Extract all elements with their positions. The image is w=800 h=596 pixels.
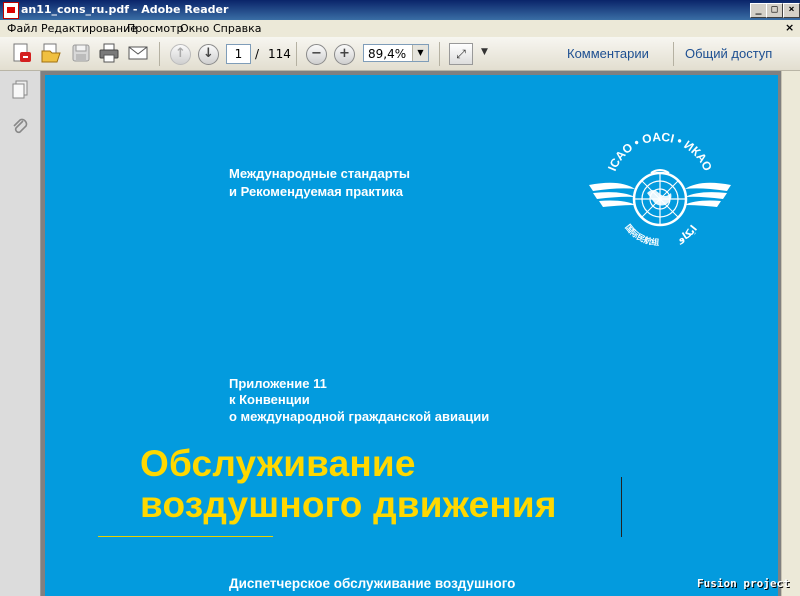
annex-text-line3: о международной гражданской авиации — [229, 409, 490, 424]
zoom-level-select[interactable]: 89,4% ▼ — [363, 44, 429, 62]
menu-bar: Файл Редактирование Просмотр Окно Справк… — [0, 20, 800, 37]
email-icon[interactable] — [127, 42, 149, 64]
previous-page-button[interactable]: ↑ — [170, 44, 191, 65]
maximize-button[interactable]: □ — [766, 3, 783, 18]
document-viewport[interactable]: Международные стандарты и Рекомендуемая … — [41, 71, 800, 596]
toolbar-separator — [296, 42, 297, 66]
toolbar-separator — [673, 42, 674, 66]
menu-edit[interactable]: Редактирование — [41, 22, 137, 35]
create-pdf-icon[interactable] — [11, 42, 33, 64]
watermark-text: Fusion project — [697, 577, 790, 590]
emblem-arabic-text: ايكاو — [675, 224, 700, 246]
fit-page-button[interactable]: ⤢ — [449, 43, 473, 65]
menu-view[interactable]: Просмотр — [127, 22, 183, 35]
svg-text:ايكاو: ايكاو — [675, 224, 700, 246]
page-number-input[interactable]: 1 — [226, 44, 251, 64]
menu-window[interactable]: Окно — [180, 22, 209, 35]
adobe-reader-app-icon — [3, 2, 19, 19]
svg-text:ICAO • OACI • ИКАО: ICAO • OACI • ИКАО — [605, 130, 715, 173]
share-link[interactable]: Общий доступ — [685, 46, 772, 61]
minimize-button[interactable]: _ — [750, 3, 767, 18]
page-total: 114 — [268, 47, 291, 61]
next-page-button[interactable]: ↓ — [198, 44, 219, 65]
open-folder-icon[interactable] — [40, 42, 62, 64]
document-subtitle: Диспетчерское обслуживание воздушного — [229, 576, 516, 591]
print-icon[interactable] — [98, 42, 120, 64]
document-title-line2: воздушного движения — [140, 484, 557, 525]
window-title-bar[interactable]: an11_cons_ru.pdf - Adobe Reader _ □ × — [0, 0, 800, 20]
toolbar-separator — [159, 42, 160, 66]
document-title-line1: Обслуживание — [140, 443, 416, 484]
window-title: an11_cons_ru.pdf - Adobe Reader — [21, 3, 229, 16]
close-window-button[interactable]: × — [783, 3, 800, 18]
text-cursor — [621, 477, 622, 537]
vertical-scrollbar[interactable] — [781, 71, 800, 596]
zoom-in-button[interactable]: + — [334, 44, 355, 65]
annex-text-line2: к Конвенции — [229, 392, 310, 407]
menu-file[interactable]: Файл — [7, 22, 37, 35]
menu-help[interactable]: Справка — [213, 22, 261, 35]
toolbar: ↑ ↓ 1 / 114 − + 89,4% ▼ ⤢ ▼ Комментарии … — [0, 37, 800, 71]
navigation-pane — [0, 71, 41, 596]
title-underline — [98, 536, 273, 537]
comments-link[interactable]: Комментарии — [567, 46, 649, 61]
close-document-icon[interactable]: × — [785, 21, 794, 34]
standards-text-line1: Международные стандарты — [229, 166, 410, 181]
zoom-out-button[interactable]: − — [306, 44, 327, 65]
attachments-paperclip-icon[interactable] — [10, 115, 30, 137]
page-thumbnails-icon[interactable] — [10, 79, 30, 101]
chevron-down-icon[interactable]: ▼ — [412, 45, 428, 61]
standards-text-line2: и Рекомендуемая практика — [229, 184, 404, 199]
save-icon[interactable] — [70, 42, 92, 64]
zoom-level-value: 89,4% — [368, 47, 407, 61]
emblem-top-text: ICAO • OACI • ИКАО — [605, 130, 715, 173]
icao-emblem-icon: ICAO • OACI • ИКАО 国际民航组织 ايكاو — [585, 127, 731, 247]
pdf-page[interactable]: Международные стандарты и Рекомендуемая … — [45, 75, 778, 596]
page-separator: / — [255, 47, 260, 61]
toolbar-separator — [439, 42, 440, 66]
annex-text-line1: Приложение 11 — [229, 376, 327, 391]
toolbar-options-chevron-icon[interactable]: ▼ — [481, 47, 488, 57]
